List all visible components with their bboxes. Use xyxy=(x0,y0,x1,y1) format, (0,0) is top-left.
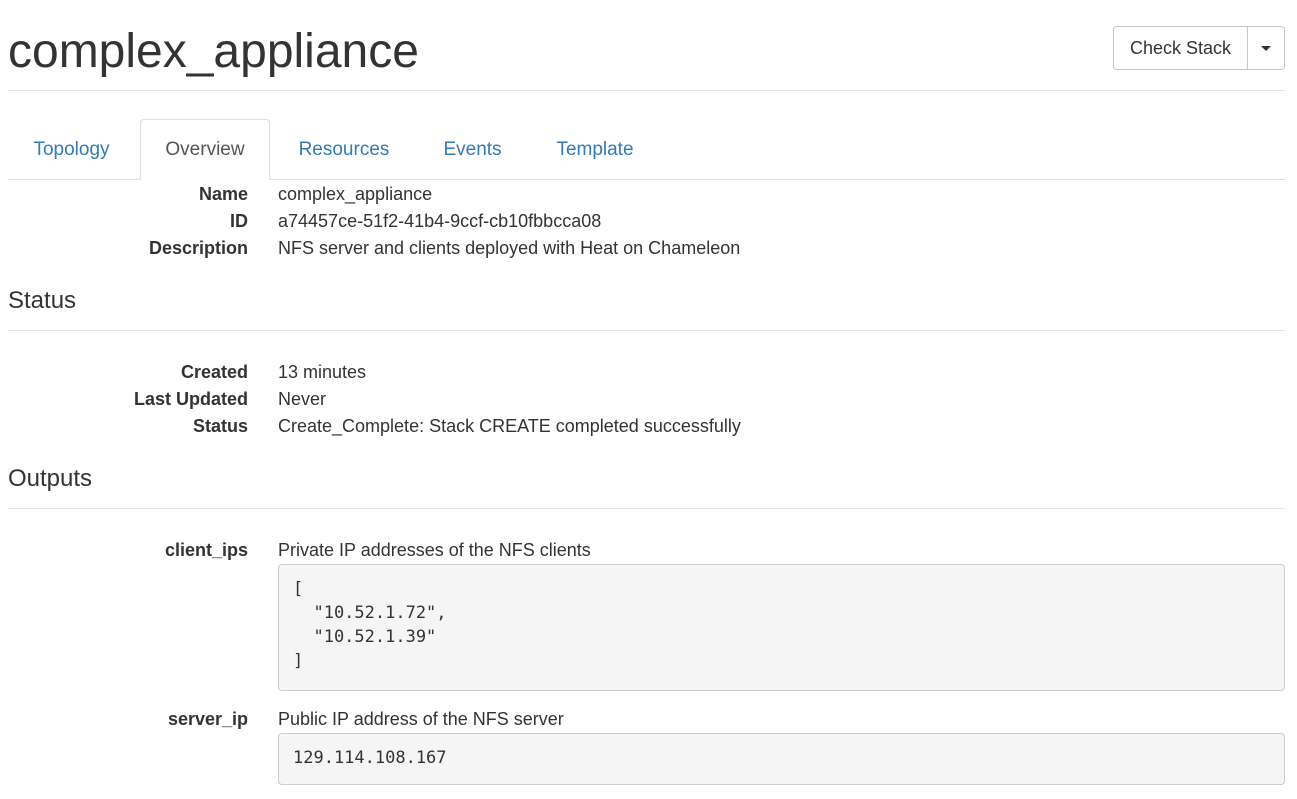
tab-events[interactable]: Events xyxy=(424,119,521,180)
id-value: a74457ce-51f2-41b4-9ccf-cb10fbbcca08 xyxy=(278,211,602,231)
tab-resources[interactable]: Resources xyxy=(280,119,408,180)
output-key: server_ip xyxy=(167,709,248,729)
id-label: ID xyxy=(230,211,248,231)
stack-tabs: Topology Overview Resources Events Templ… xyxy=(8,119,1285,180)
status-section-title: Status xyxy=(8,287,77,314)
page-title: complex_appliance xyxy=(8,25,419,78)
output-key: client_ips xyxy=(164,540,248,560)
output-client-ips: client_ips Private IP addresses of the N… xyxy=(0,537,1297,564)
output-row: server_ip Public IP address of the NFS s… xyxy=(0,706,1297,733)
tab-overview[interactable]: Overview xyxy=(140,119,270,180)
output-server-ip: server_ip Public IP address of the NFS s… xyxy=(0,706,1297,733)
description-value: NFS server and clients deployed with Hea… xyxy=(278,238,741,258)
created-value: 13 minutes xyxy=(278,362,367,382)
header-divider xyxy=(8,90,1285,91)
last-updated-label: Last Updated xyxy=(133,389,248,409)
outputs-divider xyxy=(8,508,1285,509)
status-divider xyxy=(8,330,1285,331)
status-label: Status xyxy=(192,416,248,436)
info-row-id: ID a74457ce-51f2-41b4-9ccf-cb10fbbcca08 xyxy=(0,208,1297,235)
output-value-block: [ "10.52.1.72", "10.52.1.39" ] xyxy=(278,564,1285,691)
tab-template[interactable]: Template xyxy=(538,119,652,180)
last-updated-value: Never xyxy=(278,389,327,409)
name-value: complex_appliance xyxy=(278,184,433,204)
output-value-block: 129.114.108.167 xyxy=(278,733,1285,785)
check-stack-button[interactable]: Check Stack xyxy=(1113,26,1248,70)
info-row-description: Description NFS server and clients deplo… xyxy=(0,235,1297,262)
caret-down-icon xyxy=(1261,45,1271,51)
output-description: Public IP address of the NFS server xyxy=(278,709,564,729)
status-row-created: Created 13 minutes xyxy=(0,359,1297,386)
status-row-status: Status Create_Complete: Stack CREATE com… xyxy=(0,413,1297,440)
tab-topology[interactable]: Topology xyxy=(8,119,135,180)
output-row: client_ips Private IP addresses of the N… xyxy=(0,537,1297,564)
output-description: Private IP addresses of the NFS clients xyxy=(278,540,591,560)
status-info: Created 13 minutes Last Updated Never St… xyxy=(0,359,1297,440)
name-label: Name xyxy=(198,184,248,204)
created-label: Created xyxy=(180,362,248,382)
overview-info: Name complex_appliance ID a74457ce-51f2-… xyxy=(0,181,1297,262)
info-row-name: Name complex_appliance xyxy=(0,181,1297,208)
description-label: Description xyxy=(148,238,248,258)
status-value: Create_Complete: Stack CREATE completed … xyxy=(278,416,741,436)
status-row-last-updated: Last Updated Never xyxy=(0,386,1297,413)
outputs-section-title: Outputs xyxy=(8,465,93,492)
actions-dropdown-toggle[interactable] xyxy=(1248,26,1285,70)
check-stack-button-group: Check Stack xyxy=(1113,26,1285,70)
